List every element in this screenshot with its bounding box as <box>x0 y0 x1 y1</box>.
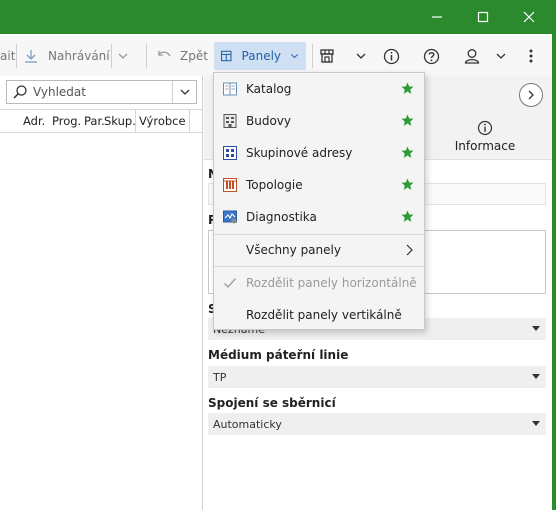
column-header[interactable]: Skup. <box>104 114 136 128</box>
menu-item-all-panels[interactable]: Všechny panely <box>214 234 424 266</box>
toolbar: ait Nahrávání Zpět Panely <box>0 36 552 76</box>
menu-item-split-horizontal[interactable]: Rozdělit panely horizontálně <box>214 267 424 299</box>
column-header[interactable]: Výrobce <box>139 114 186 128</box>
column-divider[interactable] <box>189 110 190 132</box>
left-pane: Adr. Prog. Par. Skup. Výrobce <box>0 76 203 510</box>
upload-dropdown[interactable] <box>116 42 130 70</box>
group-addresses-icon <box>223 146 237 160</box>
more-button[interactable] <box>526 42 536 70</box>
catalog-icon <box>223 82 237 96</box>
chevron-down-icon <box>118 53 128 59</box>
dropdown-arrow-icon <box>532 326 540 331</box>
close-icon <box>523 11 535 23</box>
panels-icon <box>221 50 232 62</box>
minimize-button[interactable] <box>414 0 460 34</box>
topology-icon <box>223 178 237 192</box>
chevron-down-icon <box>291 54 299 59</box>
menu-item-label: Rozdělit panely vertikálně <box>246 308 402 322</box>
cut-label: ait <box>0 49 16 63</box>
panels-label: Panely <box>241 49 282 63</box>
toolbar-separator <box>111 44 112 68</box>
menu-item-katalog[interactable]: Katalog <box>214 73 424 105</box>
buildings-icon <box>223 114 237 128</box>
more-icon <box>529 49 533 63</box>
download-icon <box>25 50 37 63</box>
column-header[interactable]: Prog. <box>52 114 81 128</box>
menu-item-label: Všechny panely <box>246 243 341 257</box>
search-input[interactable] <box>33 85 163 99</box>
field-label-bus: Spojení se sběrnicí <box>208 396 336 410</box>
user-dropdown[interactable] <box>494 42 508 70</box>
chevron-down-icon <box>180 89 189 95</box>
table-header: Adr. Prog. Par. Skup. Výrobce <box>0 109 202 133</box>
dropdown-arrow-icon <box>532 421 540 426</box>
column-header[interactable]: Adr. <box>23 114 45 128</box>
menu-item-label: Budovy <box>246 114 291 128</box>
column-divider[interactable] <box>135 110 136 132</box>
search-box <box>6 80 197 104</box>
bus-select[interactable]: Automaticky <box>208 413 546 435</box>
toolbar-separator <box>312 44 313 68</box>
checkmark-icon <box>224 278 237 289</box>
upload-button[interactable]: Nahrávání <box>23 42 110 70</box>
maximize-button[interactable] <box>460 0 506 34</box>
panels-menu-button[interactable]: Panely <box>214 42 306 70</box>
dropdown-arrow-icon <box>532 374 540 379</box>
help-icon <box>423 48 440 64</box>
field-label-medium: Médium páteřní linie <box>208 348 349 362</box>
minimize-icon <box>432 16 442 18</box>
toolbar-separator <box>16 44 17 68</box>
menu-item-label: Topologie <box>246 178 303 192</box>
pin-star-icon[interactable] <box>401 146 414 159</box>
pin-star-icon[interactable] <box>401 178 414 191</box>
cut-button[interactable]: ait <box>0 42 15 70</box>
chevron-right-icon <box>406 244 413 256</box>
search-dropdown[interactable] <box>172 81 196 103</box>
help-button[interactable] <box>423 42 440 70</box>
medium-select[interactable]: TP <box>208 366 546 388</box>
panels-dropdown-menu: Katalog Budovy Skupinové adresy Topologi… <box>213 72 425 330</box>
menu-item-budovy[interactable]: Budovy <box>214 105 424 137</box>
chevron-down-icon <box>356 53 366 59</box>
diagnostics-icon <box>223 210 237 224</box>
bus-select-value: Automaticky <box>213 417 282 431</box>
chevron-right-icon <box>528 90 534 100</box>
medium-select-value: TP <box>213 370 227 384</box>
title-bar <box>0 0 552 34</box>
column-header[interactable]: Par. <box>84 114 105 128</box>
next-panel-button[interactable] <box>519 83 543 107</box>
menu-item-skupinove-adresy[interactable]: Skupinové adresy <box>214 137 424 169</box>
tab-label: Informace <box>454 139 516 153</box>
menu-item-split-vertical[interactable]: Rozdělit panely vertikálně <box>214 299 424 331</box>
menu-item-diagnostika[interactable]: Diagnostika <box>214 201 424 233</box>
chevron-down-icon <box>496 53 506 59</box>
undo-icon <box>158 51 171 57</box>
search-icon <box>7 84 33 100</box>
pin-star-icon[interactable] <box>401 210 414 223</box>
menu-item-topologie[interactable]: Topologie <box>214 169 424 201</box>
window-edge <box>552 0 556 510</box>
menu-item-label: Diagnostika <box>246 210 317 224</box>
close-button[interactable] <box>506 0 552 34</box>
maximize-icon <box>477 11 489 23</box>
menu-item-label: Rozdělit panely horizontálně <box>246 276 417 290</box>
toolbar-separator <box>146 44 147 68</box>
shop-dropdown[interactable] <box>354 42 368 70</box>
user-button[interactable] <box>463 42 481 70</box>
tab-informace[interactable]: Informace <box>449 120 521 153</box>
info-button[interactable] <box>383 42 400 70</box>
pin-star-icon[interactable] <box>401 114 414 127</box>
shop-icon <box>320 49 334 63</box>
info-icon <box>477 120 493 136</box>
undo-button[interactable]: Zpět <box>156 42 208 70</box>
shop-button[interactable] <box>318 42 336 70</box>
upload-label: Nahrávání <box>48 49 110 63</box>
menu-item-label: Skupinové adresy <box>246 146 353 160</box>
user-icon <box>464 49 480 64</box>
menu-item-label: Katalog <box>246 82 292 96</box>
undo-label: Zpět <box>180 49 208 63</box>
pin-star-icon[interactable] <box>401 82 414 95</box>
info-icon <box>383 48 400 64</box>
